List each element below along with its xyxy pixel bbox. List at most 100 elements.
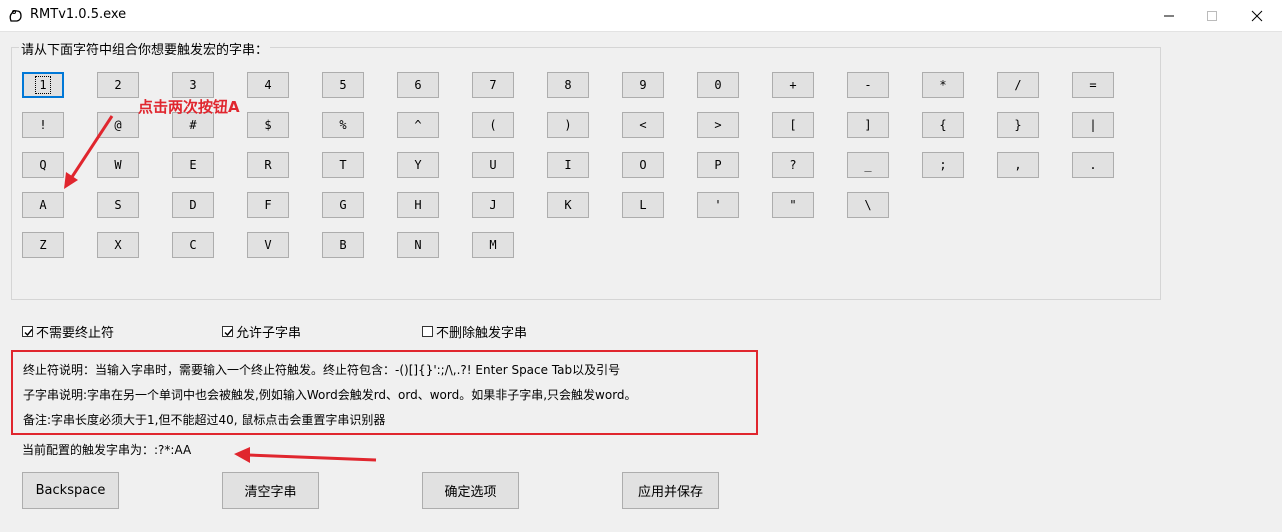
- key-label: .: [1089, 158, 1097, 172]
- backspace-button[interactable]: Backspace: [22, 472, 119, 509]
- key-button[interactable]: 8: [547, 72, 589, 98]
- confirm-options-button[interactable]: 确定选项: [422, 472, 519, 509]
- key-button[interactable]: [: [772, 112, 814, 138]
- key-button[interactable]: 2: [97, 72, 139, 98]
- key-button[interactable]: W: [97, 152, 139, 178]
- key-button[interactable]: 7: [472, 72, 514, 98]
- key-button[interactable]: ;: [922, 152, 964, 178]
- key-button[interactable]: {: [922, 112, 964, 138]
- key-button[interactable]: 5: [322, 72, 364, 98]
- key-label: {: [939, 118, 947, 132]
- key-label: K: [564, 198, 572, 212]
- key-label: >: [714, 118, 722, 132]
- key-button[interactable]: <: [622, 112, 664, 138]
- key-label: D: [189, 198, 197, 212]
- key-label: P: [714, 158, 722, 172]
- key-label: $: [264, 118, 272, 132]
- key-button[interactable]: }: [997, 112, 1039, 138]
- key-label: -: [864, 78, 872, 92]
- key-button[interactable]: =: [1072, 72, 1114, 98]
- key-button[interactable]: F: [247, 192, 289, 218]
- key-button[interactable]: ): [547, 112, 589, 138]
- key-button[interactable]: B: [322, 232, 364, 258]
- checkbox-allow-substring[interactable]: 允许子字串: [222, 322, 301, 341]
- key-label: R: [264, 158, 272, 172]
- checkmark-icon: [224, 329, 233, 337]
- key-button[interactable]: ?: [772, 152, 814, 178]
- key-button[interactable]: U: [472, 152, 514, 178]
- key-button[interactable]: 9: [622, 72, 664, 98]
- key-label: A: [39, 198, 47, 212]
- key-button[interactable]: -: [847, 72, 889, 98]
- key-button[interactable]: O: [622, 152, 664, 178]
- minimize-button[interactable]: [1146, 0, 1192, 31]
- key-label: 0: [714, 78, 722, 92]
- key-button[interactable]: 1: [22, 72, 64, 98]
- key-button[interactable]: ,: [997, 152, 1039, 178]
- key-label: #: [189, 118, 197, 132]
- key-button[interactable]: \: [847, 192, 889, 218]
- key-button[interactable]: G: [322, 192, 364, 218]
- clear-button[interactable]: 清空字串: [222, 472, 319, 509]
- window-title: RMTv1.0.5.exe: [30, 7, 127, 22]
- key-button[interactable]: 6: [397, 72, 439, 98]
- key-button[interactable]: *: [922, 72, 964, 98]
- key-button[interactable]: I: [547, 152, 589, 178]
- key-button[interactable]: T: [322, 152, 364, 178]
- key-button[interactable]: V: [247, 232, 289, 258]
- key-button[interactable]: K: [547, 192, 589, 218]
- checkbox-box[interactable]: [222, 326, 233, 337]
- key-button[interactable]: $: [247, 112, 289, 138]
- key-button[interactable]: E: [172, 152, 214, 178]
- key-label: ": [789, 198, 797, 212]
- key-label: 8: [564, 78, 572, 92]
- key-button[interactable]: Q: [22, 152, 64, 178]
- checkbox-box[interactable]: [22, 326, 33, 337]
- key-button[interactable]: (: [472, 112, 514, 138]
- key-button[interactable]: ^: [397, 112, 439, 138]
- key-button[interactable]: |: [1072, 112, 1114, 138]
- key-button[interactable]: ': [697, 192, 739, 218]
- key-button[interactable]: Z: [22, 232, 64, 258]
- key-button[interactable]: %: [322, 112, 364, 138]
- checkbox-keep-trigger[interactable]: 不删除触发字串: [422, 322, 527, 341]
- checkbox-box[interactable]: [422, 326, 433, 337]
- key-button[interactable]: .: [1072, 152, 1114, 178]
- key-button[interactable]: P: [697, 152, 739, 178]
- key-button[interactable]: Y: [397, 152, 439, 178]
- key-button[interactable]: 4: [247, 72, 289, 98]
- close-button[interactable]: [1234, 0, 1280, 31]
- key-button[interactable]: !: [22, 112, 64, 138]
- key-button[interactable]: C: [172, 232, 214, 258]
- key-label: S: [114, 198, 122, 212]
- key-label: G: [339, 198, 347, 212]
- key-button[interactable]: N: [397, 232, 439, 258]
- key-label: E: [189, 158, 197, 172]
- key-button[interactable]: 3: [172, 72, 214, 98]
- key-button[interactable]: +: [772, 72, 814, 98]
- checkbox-no-terminator[interactable]: 不需要终止符: [22, 322, 114, 341]
- key-button[interactable]: _: [847, 152, 889, 178]
- key-button[interactable]: D: [172, 192, 214, 218]
- key-button[interactable]: >: [697, 112, 739, 138]
- key-button[interactable]: R: [247, 152, 289, 178]
- key-button[interactable]: ": [772, 192, 814, 218]
- key-button[interactable]: H: [397, 192, 439, 218]
- key-button[interactable]: M: [472, 232, 514, 258]
- key-label: Y: [414, 158, 422, 172]
- key-button[interactable]: A: [22, 192, 64, 218]
- key-label: U: [489, 158, 497, 172]
- key-button[interactable]: @: [97, 112, 139, 138]
- key-button[interactable]: X: [97, 232, 139, 258]
- key-button[interactable]: /: [997, 72, 1039, 98]
- key-button[interactable]: 0: [697, 72, 739, 98]
- key-button[interactable]: S: [97, 192, 139, 218]
- key-button[interactable]: L: [622, 192, 664, 218]
- current-trigger-text: 当前配置的触发字串为：:?*:AA: [22, 443, 192, 457]
- maximize-button[interactable]: [1189, 0, 1235, 31]
- key-button[interactable]: ]: [847, 112, 889, 138]
- key-label: [: [789, 118, 797, 132]
- apply-save-button[interactable]: 应用并保存: [622, 472, 719, 509]
- key-button[interactable]: J: [472, 192, 514, 218]
- key-label: ?: [789, 158, 797, 172]
